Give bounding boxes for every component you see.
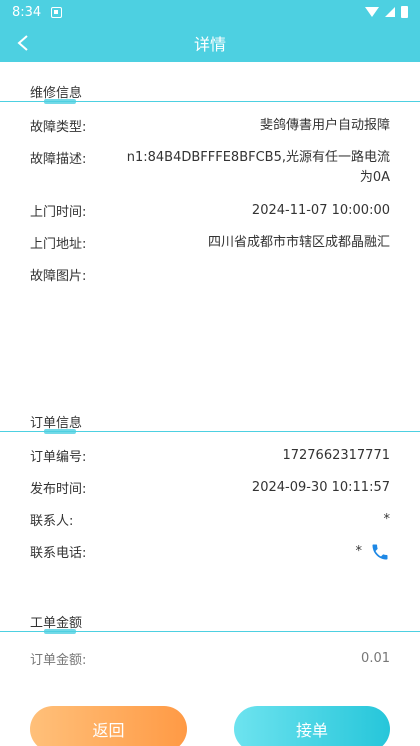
back-arrow-button[interactable] (8, 28, 38, 58)
section-title-order: 订单信息 (30, 412, 83, 434)
status-icons (365, 6, 408, 18)
visit-time-label: 上门时间: (30, 205, 87, 220)
section-title-repair: 维修信息 (30, 82, 83, 104)
phone-value: * (355, 544, 363, 559)
phone-icon[interactable] (370, 542, 390, 562)
section-divider-amount (0, 631, 420, 632)
order-no-label: 订单编号: (30, 450, 87, 465)
fault-desc-line1: n1:84B4DBFFFE8BFCB5,光源有任一路电流 (126, 150, 390, 165)
fault-type-value: 斐鸽傳書用户自动报障 (259, 118, 390, 133)
publish-time-label: 发布时间: (30, 482, 87, 497)
section-title-repair-text: 维修信息 (30, 86, 83, 101)
wifi-icon (365, 7, 379, 17)
page-title: 详情 (193, 35, 226, 54)
title-bar: 详情 (0, 24, 420, 62)
section-divider-repair (0, 101, 420, 102)
order-amount-value: 0.01 (361, 651, 390, 666)
fault-desc-label: 故障描述: (30, 152, 87, 167)
visit-addr-label: 上门地址: (30, 237, 87, 252)
fault-desc-value: n1:84B4DBFFFE8BFCB5,光源有任一路电流 为0A (127, 148, 390, 188)
visit-time-value: 2024-11-07 10:00:00 (251, 203, 390, 218)
fault-images-label: 故障图片: (30, 269, 87, 284)
section-divider-order (0, 431, 420, 432)
section-title-order-text: 订单信息 (30, 416, 83, 431)
contact-label: 联系人: (30, 514, 74, 529)
status-time: 8:34 (12, 4, 42, 20)
back-button[interactable]: 返回 (30, 706, 187, 746)
section-title-amount: 工单金额 (30, 612, 83, 634)
order-amount-label: 订单金额: (30, 653, 87, 668)
fault-type-label: 故障类型: (30, 120, 87, 135)
status-bar: 8:34 (0, 0, 420, 24)
contact-value: * (383, 512, 391, 527)
phone-label: 联系电话: (30, 546, 87, 561)
notification-icon (51, 6, 63, 18)
battery-icon (401, 6, 408, 18)
section-title-amount-text: 工单金额 (30, 616, 83, 631)
visit-addr-value: 四川省成都市市辖区成都晶融汇 (207, 235, 390, 250)
publish-time-value: 2024-09-30 10:11:57 (251, 480, 390, 495)
order-no-value: 1727662317771 (282, 448, 390, 463)
accept-order-button[interactable]: 接单 (234, 706, 390, 746)
signal-icon (385, 7, 395, 17)
chevron-left-icon (17, 35, 28, 51)
fault-desc-line2: 为0A (359, 170, 390, 185)
